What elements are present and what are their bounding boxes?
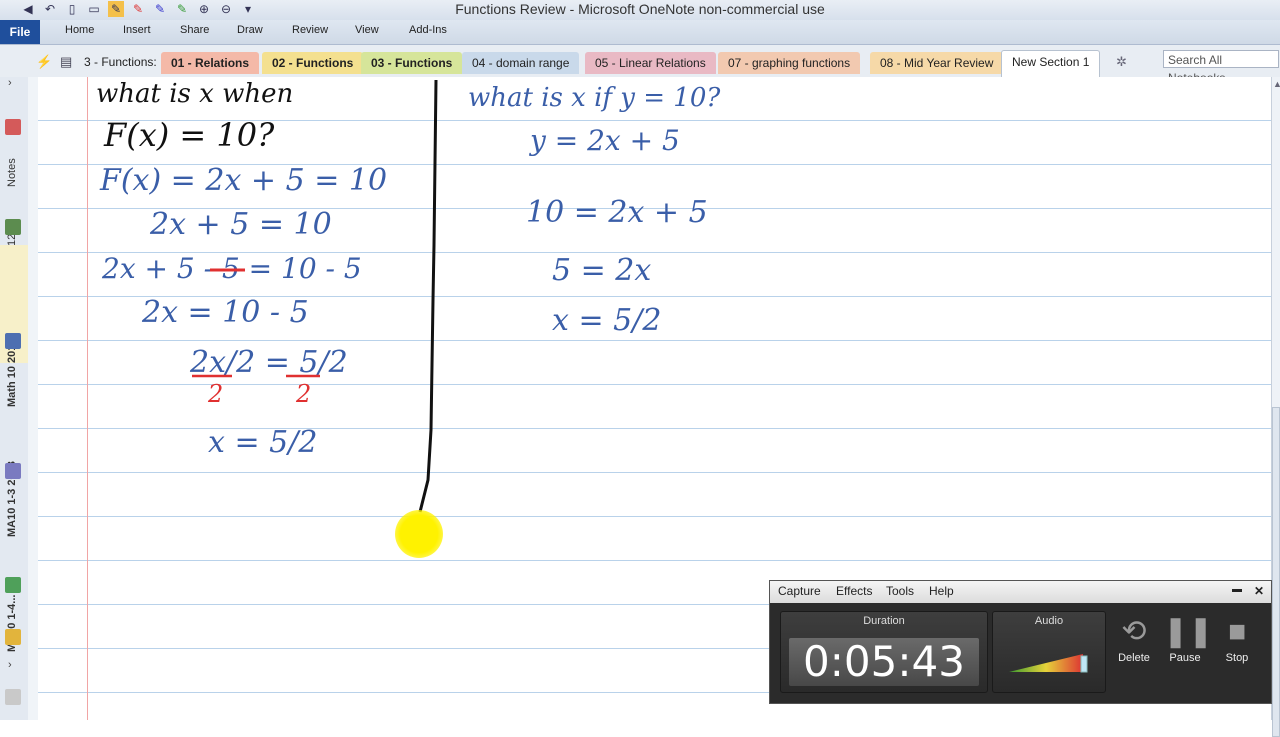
left-note-line-3: F(x) = 2x + 5 = 10 xyxy=(99,163,387,198)
recorder-menu-bar: Capture Effects Tools Help ▬ ✕ xyxy=(770,581,1271,603)
menu-help[interactable]: Help xyxy=(929,584,954,598)
minimize-icon[interactable]: ▬ xyxy=(1232,584,1242,595)
menu-effects[interactable]: Effects xyxy=(836,584,872,598)
right-note-line-2: y = 2x + 5 xyxy=(528,124,680,157)
left-note-line-4: 2x + 5 = 10 xyxy=(149,207,332,242)
delete-button[interactable]: ⟲ Delete xyxy=(1112,612,1156,664)
left-note-line-8: x = 5/2 xyxy=(208,425,317,460)
duration-label: Duration xyxy=(863,615,905,627)
pause-button[interactable]: ❚❚ Pause xyxy=(1163,612,1214,664)
menu-capture[interactable]: Capture xyxy=(778,584,821,598)
right-note-line-1: what is x if y = 10? xyxy=(468,83,721,113)
left-note-line-2: F(x) = 10? xyxy=(103,116,275,154)
duration-display: 0:05:43 xyxy=(789,638,979,686)
delete-icon: ⟲ xyxy=(1121,615,1147,648)
left-note-line-6: 2x = 10 - 5 xyxy=(141,295,309,330)
duration-panel: Duration 0:05:43 xyxy=(780,611,988,693)
right-note-line-5: x = 5/2 xyxy=(552,303,661,338)
cursor-highlight xyxy=(395,510,443,558)
stop-icon: ■ xyxy=(1227,615,1247,648)
audio-panel: Audio xyxy=(992,611,1106,693)
audio-label: Audio xyxy=(1034,615,1064,627)
divider-ink-stroke xyxy=(418,79,438,513)
audio-level-meter[interactable] xyxy=(1009,652,1091,674)
stop-button[interactable]: ■ Stop xyxy=(1215,612,1259,664)
left-note-line-1: what is x when xyxy=(96,79,293,109)
pause-icon: ❚❚ xyxy=(1163,615,1214,648)
right-note-line-3: 10 = 2x + 5 xyxy=(526,195,708,230)
red-denominator: 2 xyxy=(295,380,311,408)
right-note-line-4: 5 = 2x xyxy=(552,253,651,288)
close-icon[interactable]: ✕ xyxy=(1254,584,1264,598)
menu-tools[interactable]: Tools xyxy=(886,584,914,598)
red-denominator: 2 xyxy=(207,380,223,408)
